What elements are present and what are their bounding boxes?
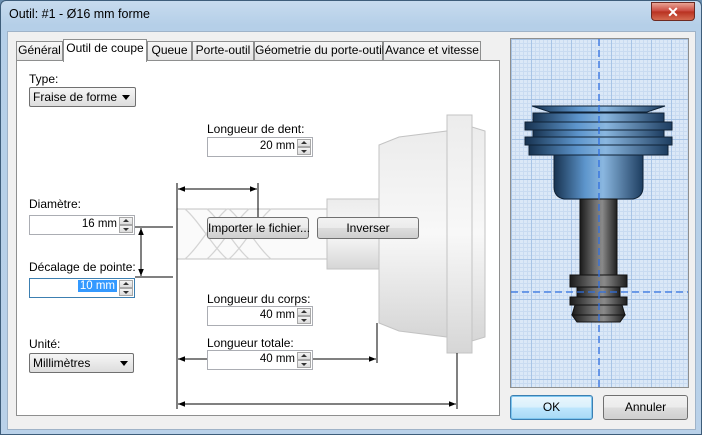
longueur-corps-label: Longueur du corps: [207, 292, 311, 306]
unite-dropdown[interactable]: Millimètres [29, 353, 134, 373]
longueur-corps-spinner[interactable] [297, 308, 311, 324]
longueur-dent-spinner[interactable] [297, 139, 311, 155]
tab-queue[interactable]: Queue [147, 41, 192, 60]
diametre-spinner[interactable] [119, 217, 133, 233]
longueur-totale-label: Longueur totale: [207, 336, 294, 350]
chevron-down-icon [122, 95, 130, 100]
spin-up-icon[interactable] [119, 217, 133, 225]
inverser-button[interactable]: Inverser [317, 217, 419, 239]
longueur-dent-label: Longueur de dent: [207, 122, 305, 136]
importer-fichier-button[interactable]: Importer le fichier... [207, 217, 310, 239]
tab-geometrie-porte-outil[interactable]: Géometrie du porte-outil [254, 41, 384, 60]
spin-up-icon[interactable] [297, 308, 311, 316]
spin-down-icon[interactable] [119, 288, 133, 296]
tool-3d-preview[interactable] [510, 38, 689, 388]
dialog-window: Outil: #1 - Ø16 mm forme ✕ Général Outil… [0, 0, 702, 435]
longueur-dent-input[interactable]: 20 mm [207, 137, 313, 157]
spin-down-icon[interactable] [297, 316, 311, 324]
dialog-client: Général Outil de coupe Queue Porte-outil… [7, 31, 696, 430]
tab-general[interactable]: Général [16, 41, 63, 60]
tool-3d-render [511, 39, 688, 387]
longueur-totale-input[interactable]: 40 mm [207, 350, 313, 370]
tab-outil-de-coupe[interactable]: Outil de coupe [63, 39, 147, 62]
spin-up-icon[interactable] [297, 352, 311, 360]
tab-avance-et-vitesse[interactable]: Avance et vitesse [383, 41, 481, 60]
diametre-input[interactable]: 16 mm [29, 215, 135, 235]
unite-label: Unité: [29, 337, 61, 351]
title-bar[interactable]: Outil: #1 - Ø16 mm forme ✕ [1, 1, 701, 31]
tab-panel-outil-de-coupe: Type: Fraise de forme Diamètre: 16 mm Dé… [16, 60, 500, 416]
close-button[interactable]: ✕ [651, 2, 695, 21]
tab-porte-outil[interactable]: Porte-outil [192, 41, 254, 60]
longueur-corps-input[interactable]: 40 mm [207, 306, 313, 326]
type-dropdown[interactable]: Fraise de forme [29, 87, 136, 107]
chevron-down-icon [120, 361, 128, 366]
ok-button[interactable]: OK [510, 395, 593, 420]
close-icon: ✕ [667, 4, 679, 20]
spin-up-icon[interactable] [297, 139, 311, 147]
spin-up-icon[interactable] [119, 280, 133, 288]
spin-down-icon[interactable] [297, 360, 311, 368]
decalage-input[interactable]: 10 mm [29, 278, 135, 298]
longueur-totale-spinner[interactable] [297, 352, 311, 368]
type-label: Type: [29, 72, 59, 86]
decalage-label: Décalage de pointe: [29, 260, 136, 274]
annuler-button[interactable]: Annuler [603, 395, 688, 420]
diametre-label: Diamètre: [29, 197, 82, 211]
spin-down-icon[interactable] [297, 147, 311, 155]
decalage-spinner[interactable] [119, 280, 133, 296]
spin-down-icon[interactable] [119, 225, 133, 233]
window-title: Outil: #1 - Ø16 mm forme [9, 7, 151, 21]
